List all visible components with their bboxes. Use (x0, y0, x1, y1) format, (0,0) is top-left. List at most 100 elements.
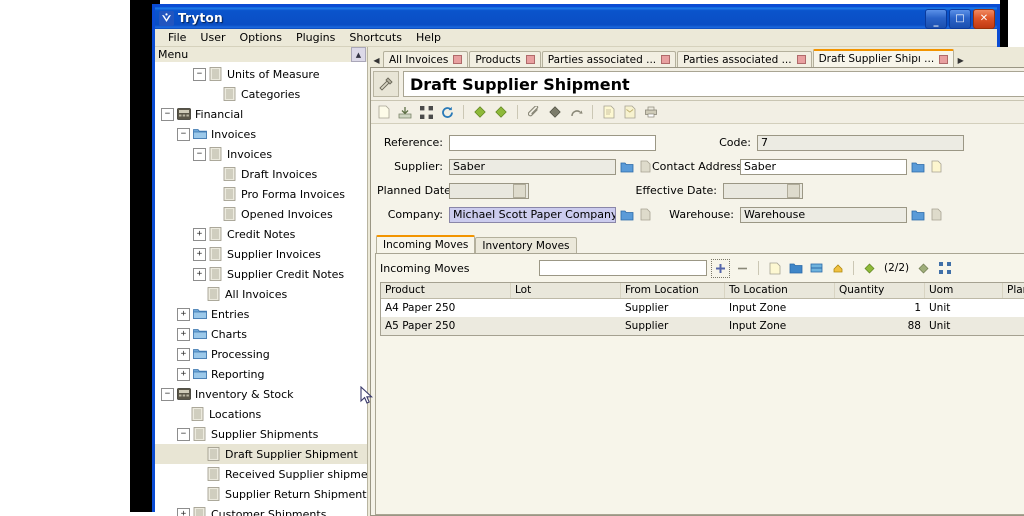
tab-close-icon[interactable] (797, 55, 806, 64)
tab-products[interactable]: Products (469, 51, 540, 67)
previous-record-icon[interactable] (471, 103, 489, 121)
sidebar-item-locations[interactable]: Locations (155, 404, 367, 424)
notebook-tab-inventory-moves[interactable]: Inventory Moves (475, 237, 576, 253)
next-record-icon[interactable] (492, 103, 510, 121)
sidebar-item-credit-notes[interactable]: +Credit Notes (155, 224, 367, 244)
warehouse-open-icon[interactable] (911, 208, 925, 222)
email-icon[interactable] (621, 103, 639, 121)
sidebar-item-charts[interactable]: +Charts (155, 324, 367, 344)
sidebar-item-invoices[interactable]: −Invoices (155, 124, 367, 144)
tab-all-invoices[interactable]: All Invoices (383, 51, 468, 67)
expand-icon[interactable]: + (177, 348, 190, 361)
planned-date-input[interactable] (449, 183, 529, 199)
tab-close-icon[interactable] (661, 55, 670, 64)
tab-close-icon[interactable] (453, 55, 462, 64)
grid-column-header[interactable]: Lot (511, 283, 621, 298)
sidebar-item-received-supplier-shipments[interactable]: Received Supplier shipments (155, 464, 367, 484)
menu-file[interactable]: File (161, 30, 193, 45)
sidebar-item-supplier-return-shipments[interactable]: Supplier Return Shipments (155, 484, 367, 504)
sidebar-item-pro-forma-invoices[interactable]: Pro Forma Invoices (155, 184, 367, 204)
menu-shortcuts[interactable]: Shortcuts (342, 30, 409, 45)
undelete-button[interactable] (829, 260, 846, 277)
sidebar-item-supplier-invoices[interactable]: +Supplier Invoices (155, 244, 367, 264)
expand-icon[interactable]: + (177, 328, 190, 341)
action-icon[interactable] (546, 103, 564, 121)
next-page-button[interactable] (915, 260, 932, 277)
planned-date-calendar-icon[interactable] (513, 184, 526, 198)
expand-icon[interactable]: + (177, 368, 190, 381)
warehouse-input[interactable]: Warehouse (740, 207, 907, 223)
company-new-icon[interactable] (638, 208, 652, 222)
relate-icon[interactable] (567, 103, 585, 121)
sidebar-item-financial[interactable]: −Financial (155, 104, 367, 124)
reload-icon[interactable] (438, 103, 456, 121)
sidebar-item-draft-supplier-shipment[interactable]: Draft Supplier Shipment (155, 444, 367, 464)
warehouse-new-icon[interactable] (929, 208, 943, 222)
menu-plugins[interactable]: Plugins (289, 30, 342, 45)
effective-date-input[interactable] (723, 183, 803, 199)
sidebar-item-supplier-shipments[interactable]: −Supplier Shipments (155, 424, 367, 444)
moves-search-input[interactable] (539, 260, 707, 276)
supplier-new-icon[interactable] (638, 160, 652, 174)
menu-options[interactable]: Options (233, 30, 289, 45)
sidebar-item-entries[interactable]: +Entries (155, 304, 367, 324)
sidebar-item-processing[interactable]: +Processing (155, 344, 367, 364)
attachment-icon[interactable] (525, 103, 543, 121)
grid-column-header[interactable]: From Location (621, 283, 725, 298)
window-titlebar[interactable]: Tryton _ □ ✕ (155, 7, 997, 29)
sidebar-item-units-of-measure[interactable]: −Units of Measure (155, 64, 367, 84)
switch-view-button[interactable] (808, 260, 825, 277)
supplier-open-icon[interactable] (620, 160, 634, 174)
collapse-icon[interactable]: − (161, 388, 174, 401)
expand-icon[interactable]: + (193, 268, 206, 281)
tab-close-icon[interactable] (526, 55, 535, 64)
sidebar-item-opened-invoices[interactable]: Opened Invoices (155, 204, 367, 224)
sidebar-item-inventory-stock[interactable]: −Inventory & Stock (155, 384, 367, 404)
maximize-button[interactable]: □ (949, 9, 971, 29)
tab-scroll-prev-icon[interactable]: ◀ (371, 53, 382, 67)
expand-icon[interactable]: + (193, 228, 206, 241)
fullscreen-button[interactable] (936, 260, 953, 277)
table-row[interactable]: A4 Paper 250SupplierInput Zone1Unit (381, 299, 1024, 317)
supplier-input[interactable]: Saber (449, 159, 616, 175)
print-icon[interactable] (642, 103, 660, 121)
company-open-icon[interactable] (620, 208, 634, 222)
menu-help[interactable]: Help (409, 30, 448, 45)
collapse-icon[interactable]: − (177, 128, 190, 141)
add-record-button[interactable] (711, 259, 730, 278)
contact-address-open-icon[interactable] (911, 160, 925, 174)
tab-parties-associated[interactable]: Parties associated ... (677, 51, 811, 67)
expand-icon[interactable]: + (177, 308, 190, 321)
tab-draft-supplier-ship[interactable]: Draft Supplier Shipı ... (813, 49, 955, 67)
grid-column-header[interactable]: Planned Date (1003, 283, 1024, 298)
sidebar-item-invoices[interactable]: −Invoices (155, 144, 367, 164)
minimize-button[interactable]: _ (925, 9, 947, 29)
remove-record-button[interactable] (734, 260, 751, 277)
sidebar-item-all-invoices[interactable]: All Invoices (155, 284, 367, 304)
open-record-button[interactable] (787, 260, 804, 277)
contact-address-new-icon[interactable] (929, 160, 943, 174)
grid-column-header[interactable]: Uom (925, 283, 1003, 298)
tab-close-icon[interactable] (939, 55, 948, 64)
collapse-icon[interactable]: − (161, 108, 174, 121)
contact-address-input[interactable]: Saber (740, 159, 907, 175)
sidebar-item-categories[interactable]: Categories (155, 84, 367, 104)
effective-date-calendar-icon[interactable] (787, 184, 800, 198)
collapse-icon[interactable]: − (193, 148, 206, 161)
company-input[interactable]: Michael Scott Paper Company (449, 207, 616, 223)
close-button[interactable]: ✕ (973, 9, 995, 29)
new-icon[interactable] (375, 103, 393, 121)
sidebar-item-customer-shipments[interactable]: +Customer Shipments (155, 504, 367, 516)
switch-view-icon[interactable] (417, 103, 435, 121)
notebook-tab-incoming-moves[interactable]: Incoming Moves (376, 235, 475, 253)
save-icon[interactable] (396, 103, 414, 121)
expand-icon[interactable]: + (193, 248, 206, 261)
sidebar-item-draft-invoices[interactable]: Draft Invoices (155, 164, 367, 184)
table-row[interactable]: A5 Paper 250SupplierInput Zone88Unit (381, 317, 1024, 335)
grid-column-header[interactable]: Product (381, 283, 511, 298)
tab-parties-associated[interactable]: Parties associated ... (542, 51, 676, 67)
new-row-button[interactable] (766, 260, 783, 277)
grid-column-header[interactable]: Quantity (835, 283, 925, 298)
tools-icon[interactable] (373, 71, 399, 97)
report-icon[interactable] (600, 103, 618, 121)
